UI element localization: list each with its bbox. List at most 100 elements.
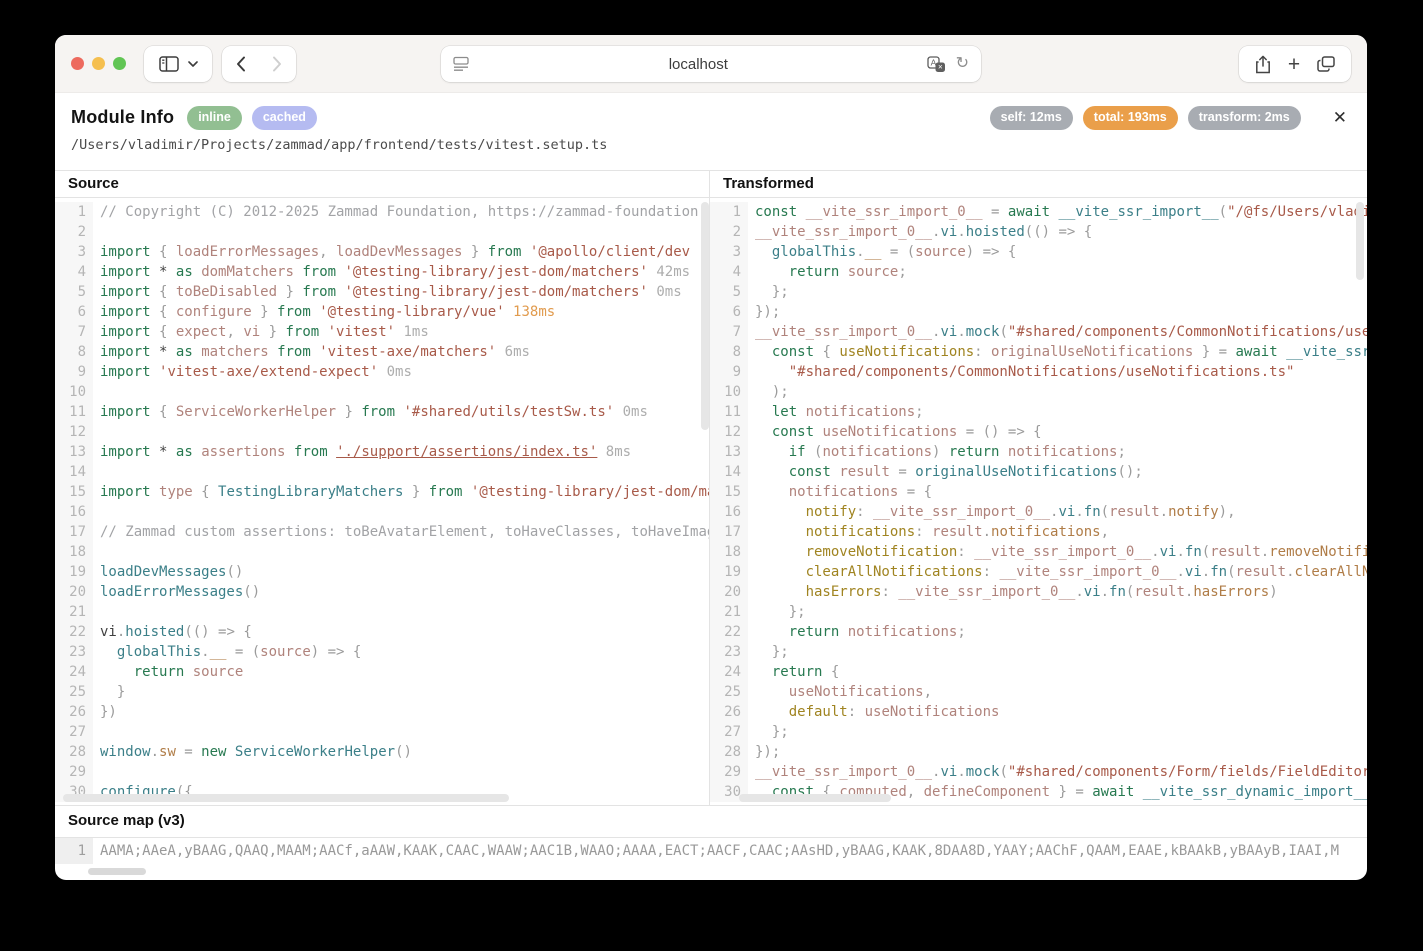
code-text: hasErrors: __vite_ssr_import_0__.vi.fn(r… [748,582,1367,602]
close-icon[interactable]: ✕ [1329,109,1351,126]
metric-badge: transform: 2ms [1188,106,1301,130]
code-text: import 'vitest-axe/extend-expect' 0ms [93,362,709,382]
code-line: 16 [55,502,709,522]
transformed-pane-title: Transformed [710,171,827,197]
transformed-horizontal-scrollbar[interactable] [739,794,891,802]
code-text: import { configure } from '@testing-libr… [93,302,709,322]
translate-icon[interactable]: A × [927,56,946,73]
code-line: 23 globalThis.__ = (source) => { [55,642,709,662]
line-number: 29 [710,762,748,782]
zoom-window-button[interactable] [113,57,126,70]
code-text: } [93,682,709,702]
code-text: }; [748,642,1367,662]
line-number: 14 [55,462,93,482]
share-icon[interactable] [1255,55,1271,74]
line-number: 27 [55,722,93,742]
sourcemap-title: Source map (v3) [55,806,1367,838]
transformed-vertical-scrollbar[interactable] [1356,202,1364,280]
line-number: 29 [55,762,93,782]
line-number: 23 [710,642,748,662]
sidebar-icon [159,56,179,72]
code-line: 7import { expect, vi } from 'vitest' 1ms [55,322,709,342]
code-line: 10 ); [710,382,1367,402]
line-number: 8 [710,342,748,362]
sourcemap-line-number: 1 [55,838,93,864]
forward-button[interactable] [259,46,295,82]
source-pane-title: Source [55,171,710,197]
code-line: 19 clearAllNotifications: __vite_ssr_imp… [710,562,1367,582]
code-text: clearAllNotifications: __vite_ssr_import… [748,562,1367,582]
code-line: 7__vite_ssr_import_0__.vi.mock("#shared/… [710,322,1367,342]
code-line: 9 "#shared/components/CommonNotification… [710,362,1367,382]
code-line: 27 }; [710,722,1367,742]
code-text [93,502,709,522]
code-text [93,542,709,562]
line-number: 8 [55,342,93,362]
code-text: }; [748,722,1367,742]
code-line: 15import type { TestingLibraryMatchers }… [55,482,709,502]
sourcemap-horizontal-scrollbar[interactable] [88,868,146,875]
source-vertical-scrollbar[interactable] [701,202,709,430]
url-text[interactable]: localhost [470,56,927,73]
module-info-header: Module Info inlinecached self: 12mstotal… [55,93,1367,170]
sidebar-toggle-group[interactable] [144,46,212,82]
line-number: 16 [55,502,93,522]
code-line: 14 [55,462,709,482]
code-line: 25 useNotifications, [710,682,1367,702]
module-file-path: /Users/vladimir/Projects/zammad/app/fron… [71,137,1351,153]
line-number: 24 [710,662,748,682]
line-number: 19 [55,562,93,582]
code-line: 26 default: useNotifications [710,702,1367,722]
chevron-left-icon [236,56,246,72]
code-text: return notifications; [748,622,1367,642]
close-window-button[interactable] [71,57,84,70]
code-text: import * as assertions from './support/a… [93,442,709,462]
code-line: 11 let notifications; [710,402,1367,422]
code-text: const result = originalUseNotifications(… [748,462,1367,482]
line-number: 17 [710,522,748,542]
code-text: ); [748,382,1367,402]
source-horizontal-scrollbar[interactable] [63,794,509,802]
line-number: 11 [55,402,93,422]
code-line: 23 }; [710,642,1367,662]
line-number: 19 [710,562,748,582]
line-number: 4 [710,262,748,282]
code-text: import { toBeDisabled } from '@testing-l… [93,282,709,302]
back-button[interactable] [223,46,259,82]
address-bar[interactable]: localhost A × ↻ [441,46,981,82]
code-text: globalThis.__ = (source) => { [93,642,709,662]
code-text: window.sw = new ServiceWorkerHelper() [93,742,709,762]
tab-overview-icon[interactable] [1317,56,1335,72]
code-text: notifications = { [748,482,1367,502]
code-text: notifications: result.notifications, [748,522,1367,542]
code-line: 3 globalThis.__ = (source) => { [710,242,1367,262]
code-text: }); [748,742,1367,762]
code-text: }; [748,282,1367,302]
toolbar-right-group: + [1239,46,1351,82]
transformed-code-pane: 1const __vite_ssr_import_0__ = await __v… [710,198,1367,805]
new-tab-button[interactable]: + [1288,54,1300,75]
chevron-right-icon [272,56,282,72]
line-number: 1 [710,202,748,222]
code-line: 22 return notifications; [710,622,1367,642]
sourcemap-line: 1 AAMA;AAeA,yBAAG,QAAQ,MAAM;AACf,aAAW,KA… [55,838,1367,864]
line-number: 24 [55,662,93,682]
line-number: 22 [55,622,93,642]
code-text: import * as matchers from 'vitest-axe/ma… [93,342,709,362]
line-number: 16 [710,502,748,522]
code-line: 21 }; [710,602,1367,622]
code-text: // Copyright (C) 2012-2025 Zammad Founda… [93,202,709,222]
code-line: 8 const { useNotifications: originalUseN… [710,342,1367,362]
line-number: 7 [710,322,748,342]
line-number: 21 [55,602,93,622]
line-number: 23 [55,642,93,662]
minimize-window-button[interactable] [92,57,105,70]
code-line: 20loadErrorMessages() [55,582,709,602]
code-line: 19loadDevMessages() [55,562,709,582]
page-settings-icon[interactable] [453,56,470,72]
line-number: 17 [55,522,93,542]
reload-icon[interactable]: ↻ [956,56,969,72]
code-text [93,222,709,242]
code-text [93,602,709,622]
line-number: 1 [55,202,93,222]
